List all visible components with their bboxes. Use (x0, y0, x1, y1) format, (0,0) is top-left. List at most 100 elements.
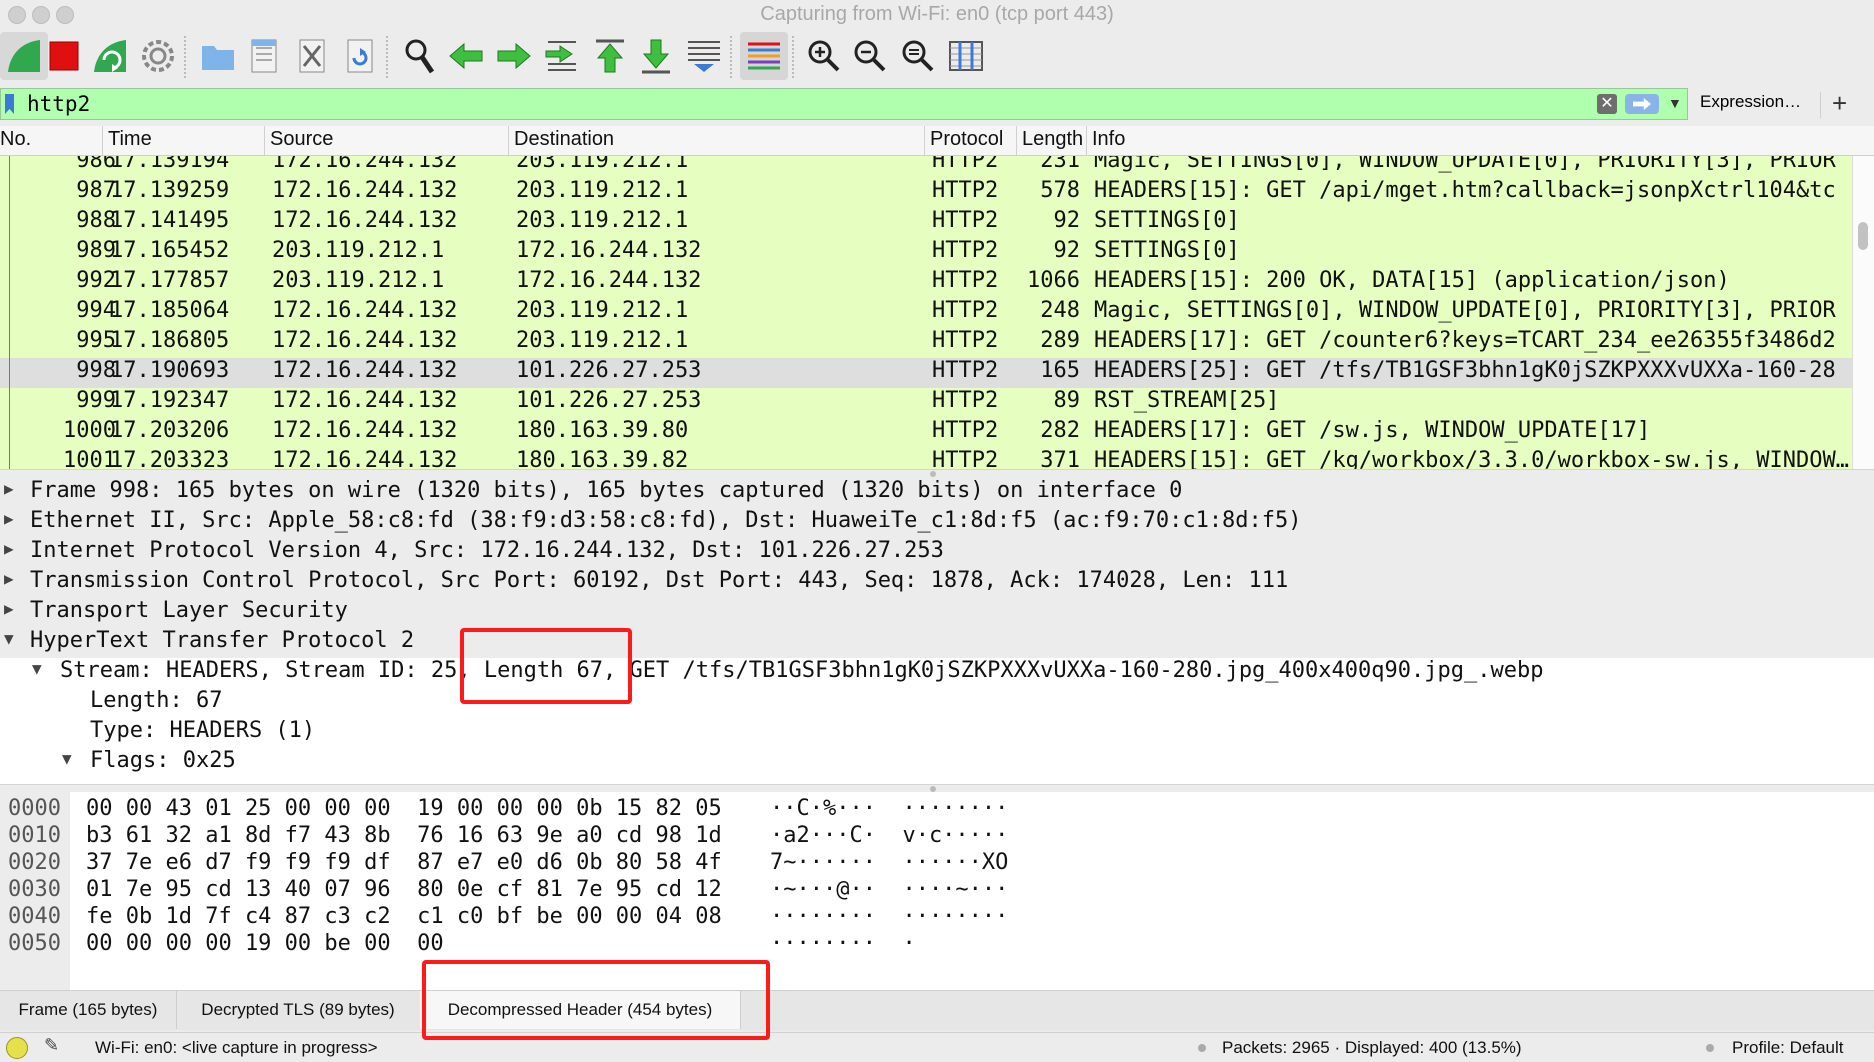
packet-protocol: HTTP2 (932, 418, 999, 443)
clear-filter-icon[interactable]: ✕ (1597, 94, 1617, 114)
packet-list[interactable]: 986 17.139194 172.16.244.132 203.119.212… (0, 156, 1874, 469)
column-divider[interactable] (508, 126, 509, 156)
save-file-button[interactable] (240, 32, 288, 80)
packet-list-scroll-thumb[interactable] (1858, 222, 1868, 250)
byte-hex[interactable]: 37 7e e6 d7 f9 f9 f9 df 87 e7 e0 d6 0b 8… (86, 850, 722, 877)
column-divider[interactable] (1086, 126, 1087, 156)
go-to-packet-button[interactable] (538, 32, 586, 80)
collapse-arrow-icon[interactable]: ▼ (32, 659, 42, 678)
collapse-arrow-icon[interactable]: ▼ (4, 629, 14, 648)
column-header-time[interactable]: Time (108, 128, 152, 151)
capture-options-button[interactable] (134, 32, 182, 80)
zoom-out-button[interactable] (846, 32, 894, 80)
byte-ascii[interactable]: 7~······ ······XO (770, 850, 1008, 877)
packet-protocol: HTTP2 (932, 208, 999, 233)
close-file-button[interactable] (288, 32, 336, 80)
byte-hex[interactable]: 00 00 00 00 19 00 be 00 00 (86, 931, 444, 958)
packet-row[interactable]: 1000 17.203206 172.16.244.132 180.163.39… (0, 418, 1852, 448)
splitter-handle[interactable] (930, 471, 936, 477)
detail-tree-item-flags[interactable]: ▼ Flags: 0x25 (0, 748, 1874, 778)
expand-arrow-icon[interactable]: ▶ (4, 479, 14, 498)
tab-decrypted-tls[interactable]: Decrypted TLS (89 bytes) (176, 991, 421, 1029)
resize-columns-button[interactable] (942, 32, 990, 80)
packet-row[interactable]: 988 17.141495 172.16.244.132 203.119.212… (0, 208, 1852, 238)
detail-tree-item-ip[interactable]: ▶ Internet Protocol Version 4, Src: 172.… (0, 538, 1874, 568)
packet-row[interactable]: 986 17.139194 172.16.244.132 203.119.212… (0, 156, 1852, 178)
apply-filter-icon[interactable] (1625, 94, 1659, 114)
detail-tree-item-length[interactable]: Length: 67 (0, 688, 1874, 718)
detail-tree-item-http2[interactable]: ▼ HyperText Transfer Protocol 2 (0, 628, 1874, 658)
detail-tree-item-frame[interactable]: ▶ Frame 998: 165 bytes on wire (1320 bit… (0, 478, 1874, 508)
colorize-button[interactable] (740, 32, 788, 80)
expand-arrow-icon[interactable]: ▶ (4, 569, 14, 588)
packet-time: 17.141495 (110, 208, 230, 233)
column-header-no[interactable]: No. (0, 128, 31, 151)
column-header-info[interactable]: Info (1092, 128, 1125, 151)
detail-tree-item-type[interactable]: Type: HEADERS (1) (0, 718, 1874, 748)
byte-ascii[interactable]: ········ · (770, 931, 916, 958)
tab-decompressed-header[interactable]: Decompressed Header (454 bytes) (420, 991, 741, 1029)
expression-button[interactable]: Expression… (1700, 92, 1801, 112)
byte-hex[interactable]: b3 61 32 a1 8d f7 43 8b 76 16 63 9e a0 c… (86, 823, 722, 850)
column-header-source[interactable]: Source (270, 128, 333, 151)
zoom-in-button[interactable] (800, 32, 848, 80)
collapse-arrow-icon[interactable]: ▼ (62, 749, 72, 768)
stop-capture-button[interactable] (40, 32, 88, 80)
packet-list-scrollbar[interactable] (1852, 156, 1874, 469)
packet-row[interactable]: 999 17.192347 172.16.244.132 101.226.27.… (0, 388, 1852, 418)
add-filter-button[interactable]: + (1832, 88, 1847, 119)
packet-bytes-pane[interactable]: 0000 00 00 43 01 25 00 00 00 19 00 00 00… (0, 792, 1874, 990)
byte-ascii[interactable]: ·~···@·· ····~··· (770, 877, 1008, 904)
normal-size-button[interactable] (894, 32, 942, 80)
display-filter-input[interactable]: http2 ✕ ▼ (0, 88, 1688, 120)
column-header-destination[interactable]: Destination (514, 128, 614, 151)
restart-capture-button[interactable] (86, 32, 134, 80)
zoom-in-icon (808, 40, 840, 72)
column-header-protocol[interactable]: Protocol (930, 128, 1003, 151)
detail-text: Stream: HEADERS, Stream ID: 25, Length 6… (60, 658, 1544, 683)
detail-tree-item-tls[interactable]: ▶ Transport Layer Security (0, 598, 1874, 628)
byte-hex[interactable]: 00 00 43 01 25 00 00 00 19 00 00 00 0b 1… (86, 796, 722, 823)
filter-bookmark-icon[interactable] (5, 94, 14, 114)
packet-row[interactable]: 995 17.186805 172.16.244.132 203.119.212… (0, 328, 1852, 358)
packet-protocol: HTTP2 (932, 388, 999, 413)
byte-ascii[interactable]: ··C·%··· ········ (770, 796, 1008, 823)
packet-row[interactable]: 989 17.165452 203.119.212.1 172.16.244.1… (0, 238, 1852, 268)
packet-info: HEADERS[25]: GET /tfs/TB1GSF3bhn1gK0jSZK… (1094, 358, 1836, 383)
byte-ascii[interactable]: ·a2···C· v·c····· (770, 823, 1008, 850)
first-packet-button[interactable] (586, 32, 634, 80)
column-divider[interactable] (264, 126, 265, 156)
detail-tree-item-stream[interactable]: ▼ Stream: HEADERS, Stream ID: 25, Length… (0, 658, 1874, 688)
detail-tree-item-ethernet[interactable]: ▶ Ethernet II, Src: Apple_58:c8:fd (38:f… (0, 508, 1874, 538)
column-divider[interactable] (102, 126, 103, 156)
packet-details-pane[interactable]: ▶ Frame 998: 165 bytes on wire (1320 bit… (0, 478, 1874, 784)
packet-row[interactable]: 994 17.185064 172.16.244.132 203.119.212… (0, 298, 1852, 328)
expert-info-icon[interactable] (6, 1037, 28, 1059)
packet-row[interactable]: 992 17.177857 203.119.212.1 172.16.244.1… (0, 268, 1852, 298)
packet-row-selected[interactable]: 998 17.190693 172.16.244.132 101.226.27.… (0, 358, 1852, 388)
reload-file-button[interactable] (336, 32, 384, 80)
column-header-length[interactable]: Length (1022, 128, 1083, 151)
profile-status[interactable]: Profile: Default (1732, 1038, 1844, 1058)
expand-arrow-icon[interactable]: ▶ (4, 539, 14, 558)
tab-frame-bytes[interactable]: Frame (165 bytes) (0, 991, 177, 1029)
byte-ascii[interactable]: ········ ········ (770, 904, 1008, 931)
column-divider[interactable] (924, 126, 925, 156)
detail-tree-item-tcp[interactable]: ▶ Transmission Control Protocol, Src Por… (0, 568, 1874, 598)
go-back-button[interactable] (442, 32, 490, 80)
filter-history-dropdown-icon[interactable]: ▼ (1668, 95, 1682, 111)
expand-arrow-icon[interactable]: ▶ (4, 599, 14, 618)
packet-row[interactable]: 1001 17.203323 172.16.244.132 180.163.39… (0, 448, 1852, 469)
filter-value[interactable]: http2 (27, 92, 90, 116)
find-packet-button[interactable] (396, 32, 444, 80)
open-file-button[interactable] (194, 32, 242, 80)
byte-hex[interactable]: fe 0b 1d 7f c4 87 c3 c2 c1 c0 bf be 00 0… (86, 904, 722, 931)
go-forward-button[interactable] (490, 32, 538, 80)
packet-row[interactable]: 987 17.139259 172.16.244.132 203.119.212… (0, 178, 1852, 208)
column-divider[interactable] (1016, 126, 1017, 156)
expand-arrow-icon[interactable]: ▶ (4, 509, 14, 528)
autoscroll-button[interactable] (680, 32, 728, 80)
last-packet-button[interactable] (632, 32, 680, 80)
byte-hex[interactable]: 01 7e 95 cd 13 40 07 96 80 0e cf 81 7e 9… (86, 877, 722, 904)
capture-comment-icon[interactable]: ✎ (44, 1035, 59, 1056)
